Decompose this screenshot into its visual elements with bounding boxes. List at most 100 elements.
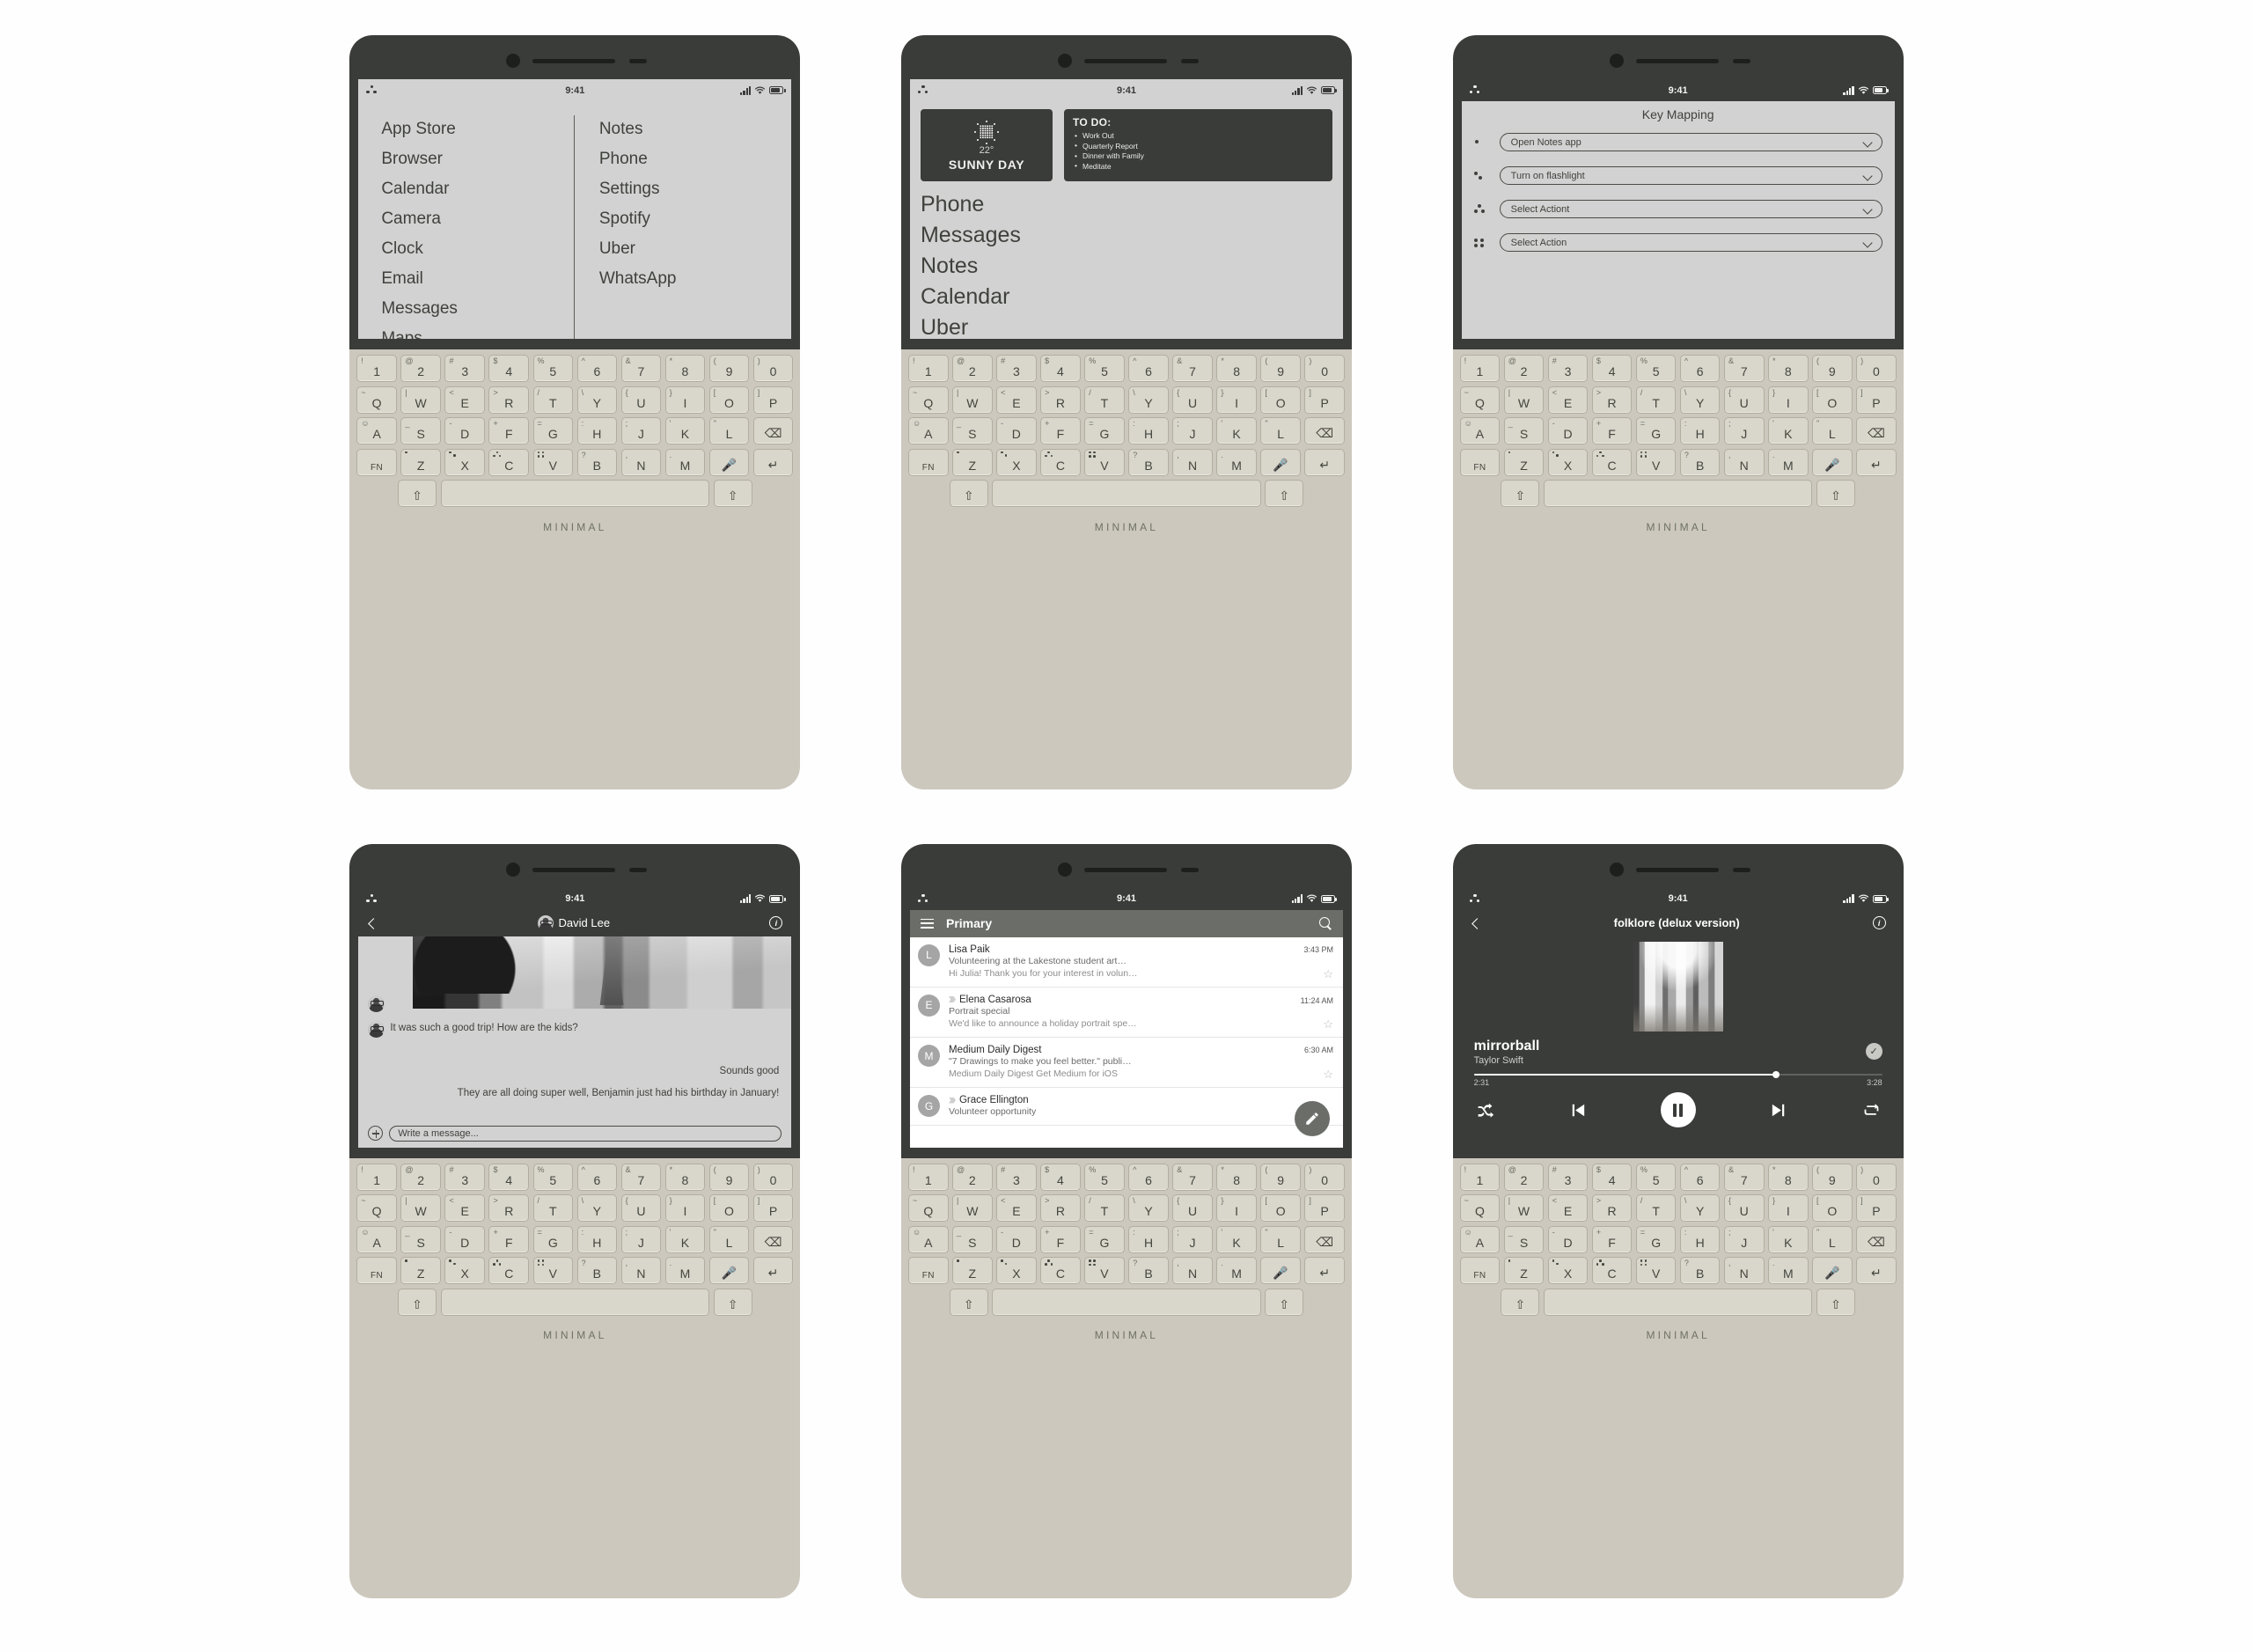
key-x[interactable]: X: [444, 1257, 485, 1284]
key-7[interactable]: & 7: [1172, 355, 1213, 382]
key-n[interactable]: ,N: [1723, 448, 1765, 476]
key-g[interactable]: = G: [1635, 1225, 1677, 1253]
key-b[interactable]: ? B: [1128, 448, 1169, 476]
key-r[interactable]: > R: [488, 385, 530, 414]
app-item[interactable]: Calendar: [921, 282, 1332, 312]
message-input[interactable]: Write a message...: [389, 1125, 782, 1142]
key-k[interactable]: ' K: [664, 417, 706, 444]
key-e[interactable]: < E: [444, 385, 485, 414]
key-⌫[interactable]: ⌫: [1856, 417, 1897, 444]
key-i[interactable]: } I: [664, 385, 706, 414]
app-item[interactable]: Settings: [599, 173, 792, 203]
key-g[interactable]: = G: [1635, 417, 1677, 444]
key-fn[interactable]: FN: [1459, 1257, 1501, 1284]
key-0[interactable]: ) 0: [1304, 355, 1345, 382]
key-space[interactable]: [440, 480, 710, 507]
previous-track-icon[interactable]: [1567, 1100, 1588, 1120]
key-n[interactable]: ,N: [1723, 1257, 1765, 1284]
key-x[interactable]: X: [1547, 1257, 1589, 1284]
key-c[interactable]: C: [1591, 448, 1633, 476]
key-n[interactable]: ,N: [620, 1257, 662, 1284]
plus-icon[interactable]: [368, 1126, 384, 1141]
key-2[interactable]: @2: [1503, 355, 1545, 382]
key-s[interactable]: _ S: [952, 417, 993, 444]
key-3[interactable]: #3: [1547, 1163, 1589, 1191]
key-r[interactable]: > R: [1591, 385, 1633, 414]
key-g[interactable]: = G: [532, 1225, 574, 1253]
key-j[interactable]: ; J: [1723, 417, 1765, 444]
key-s[interactable]: _ S: [1503, 417, 1545, 444]
key-8[interactable]: * 8: [1216, 355, 1257, 382]
shuffle-icon[interactable]: [1476, 1101, 1494, 1120]
key-d[interactable]: -D: [444, 417, 485, 444]
key-s[interactable]: _ S: [952, 1225, 993, 1253]
key-b[interactable]: ? B: [1679, 1257, 1721, 1284]
key-2[interactable]: @2: [400, 1163, 441, 1191]
key-x[interactable]: X: [444, 448, 485, 476]
key-b[interactable]: ? B: [576, 1257, 618, 1284]
key-8[interactable]: * 8: [1768, 1163, 1809, 1191]
key-w[interactable]: | W: [952, 385, 993, 414]
key-3[interactable]: #3: [444, 355, 485, 382]
key-x[interactable]: X: [996, 1257, 1037, 1284]
key-5[interactable]: % 5: [1635, 1163, 1677, 1191]
key-z[interactable]: Z: [1503, 1257, 1545, 1284]
key-space[interactable]: [440, 1288, 710, 1316]
key-9[interactable]: (9: [1812, 1163, 1853, 1191]
info-icon[interactable]: i: [1872, 916, 1886, 929]
key-y[interactable]: \ Y: [1128, 1194, 1169, 1222]
key-1[interactable]: ! 1: [908, 355, 949, 382]
action-select[interactable]: Select Action: [1499, 233, 1882, 252]
key-2[interactable]: @2: [1503, 1163, 1545, 1191]
key-4[interactable]: $4: [488, 1163, 530, 1191]
key-3[interactable]: #3: [1547, 355, 1589, 382]
key-0[interactable]: ) 0: [1856, 1163, 1897, 1191]
key-u[interactable]: {U: [1172, 385, 1213, 414]
key-↵[interactable]: ↵: [1304, 448, 1345, 476]
key-space[interactable]: [992, 1288, 1261, 1316]
key-e[interactable]: < E: [996, 1194, 1037, 1222]
key-a[interactable]: ☺ A: [908, 417, 949, 444]
key-c[interactable]: C: [488, 1257, 530, 1284]
key-e[interactable]: < E: [1547, 385, 1589, 414]
key-fn[interactable]: FN: [356, 448, 397, 476]
key-t[interactable]: / T: [1084, 385, 1125, 414]
key-f[interactable]: + F: [1591, 417, 1633, 444]
key-q[interactable]: ~ Q: [1459, 1194, 1501, 1222]
key-6[interactable]: ^ 6: [576, 1163, 618, 1191]
key-m[interactable]: .M: [1216, 1257, 1257, 1284]
hamburger-menu-icon[interactable]: [920, 918, 934, 929]
key-w[interactable]: | W: [400, 385, 441, 414]
key-🎤[interactable]: 🎤: [708, 448, 750, 476]
key-8[interactable]: * 8: [1216, 1163, 1257, 1191]
star-outline-icon[interactable]: ☆: [1323, 1068, 1333, 1080]
key-⇧[interactable]: ⇧: [1501, 1288, 1540, 1316]
key-a[interactable]: ☺ A: [908, 1225, 949, 1253]
key-⇧[interactable]: ⇧: [1816, 480, 1855, 507]
key-3[interactable]: #3: [444, 1163, 485, 1191]
key-2[interactable]: @2: [952, 1163, 993, 1191]
key-d[interactable]: -D: [996, 1225, 1037, 1253]
key-l[interactable]: " L: [1812, 417, 1853, 444]
key-0[interactable]: ) 0: [752, 355, 794, 382]
key-t[interactable]: / T: [532, 385, 574, 414]
key-p[interactable]: ] P: [1304, 385, 1345, 414]
key-g[interactable]: = G: [1084, 1225, 1125, 1253]
key-⇧[interactable]: ⇧: [1265, 480, 1304, 507]
key-p[interactable]: ] P: [752, 385, 794, 414]
key-0[interactable]: ) 0: [752, 1163, 794, 1191]
key-0[interactable]: ) 0: [1856, 355, 1897, 382]
key-5[interactable]: % 5: [532, 355, 574, 382]
app-item[interactable]: Messages: [381, 293, 574, 323]
key-7[interactable]: & 7: [1723, 355, 1765, 382]
key-o[interactable]: [O: [1260, 385, 1301, 414]
key-q[interactable]: ~ Q: [1459, 385, 1501, 414]
pause-icon[interactable]: [1660, 1092, 1696, 1127]
key-a[interactable]: ☺ A: [1459, 417, 1501, 444]
key-e[interactable]: < E: [996, 385, 1037, 414]
key-l[interactable]: " L: [708, 417, 750, 444]
key-k[interactable]: ' K: [1216, 417, 1257, 444]
key-j[interactable]: ; J: [1172, 1225, 1213, 1253]
key-f[interactable]: + F: [1040, 417, 1081, 444]
action-select[interactable]: Turn on flashlight: [1499, 166, 1882, 185]
